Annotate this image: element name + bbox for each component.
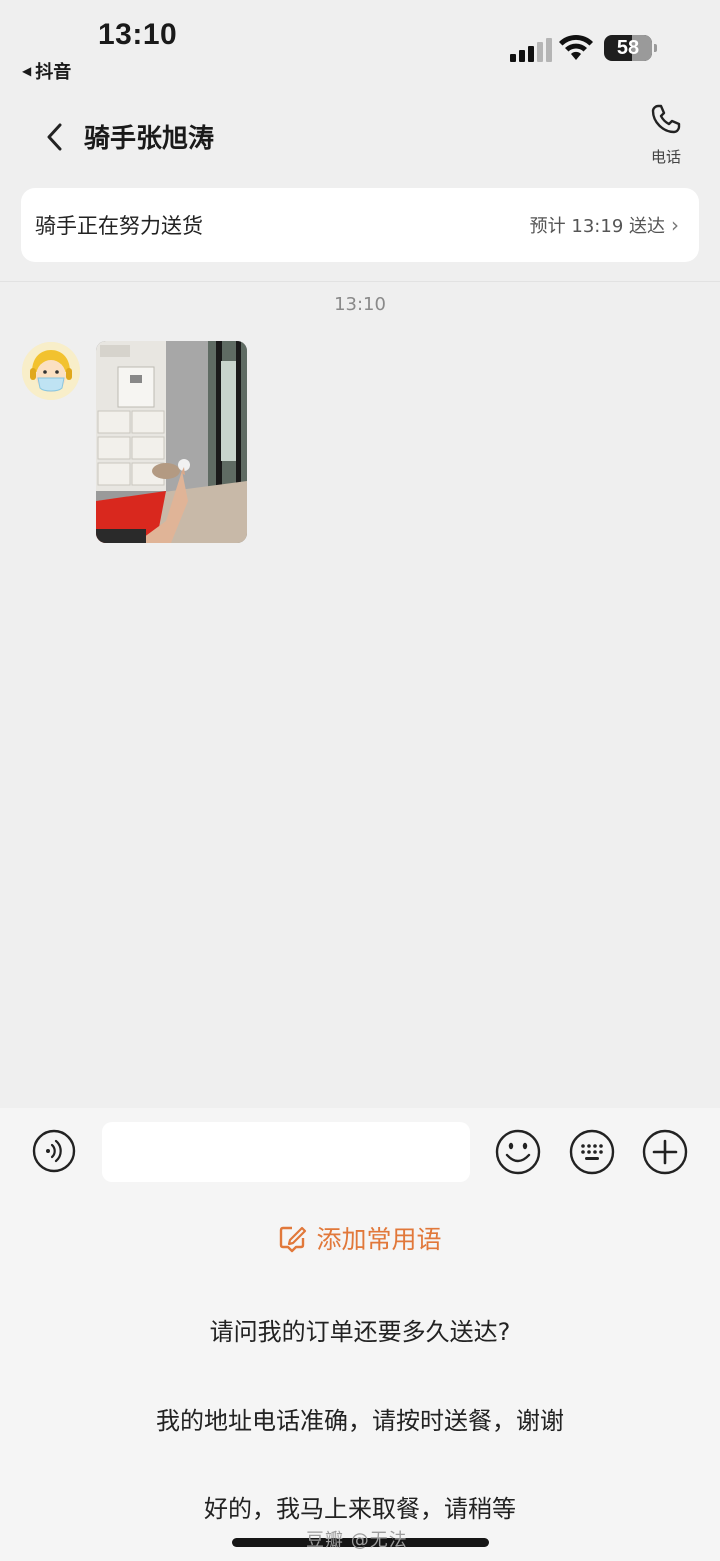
quick-reply-item[interactable]: 好的，我马上来取餐，请稍等 bbox=[0, 1489, 720, 1524]
message-timestamp: 13:10 bbox=[334, 294, 386, 315]
back-app-label: 抖音 bbox=[35, 62, 72, 83]
keyboard-icon[interactable] bbox=[569, 1129, 615, 1175]
battery-level: 58 bbox=[616, 36, 640, 59]
chat-title: 骑手张旭涛 bbox=[84, 124, 215, 154]
rider-avatar-illustration bbox=[22, 342, 80, 400]
header-divider bbox=[0, 281, 720, 282]
edit-phrase-icon bbox=[280, 1226, 307, 1253]
status-time: 13:10 bbox=[98, 18, 178, 51]
delivery-status-text: 骑手正在努力送货 bbox=[35, 214, 203, 238]
battery-tip bbox=[654, 44, 657, 52]
quick-reply-item[interactable]: 请问我的订单还要多久送达? bbox=[0, 1312, 720, 1347]
chevron-right-icon: › bbox=[671, 213, 679, 237]
rider-avatar[interactable] bbox=[22, 342, 80, 400]
photo-content bbox=[96, 341, 247, 543]
back-to-app-link[interactable]: ◀ 抖音 bbox=[22, 58, 71, 84]
emoji-icon[interactable] bbox=[495, 1129, 541, 1175]
phone-icon bbox=[651, 104, 681, 134]
phone-call-button[interactable]: 电话 bbox=[640, 102, 692, 167]
add-common-phrase-button[interactable]: 添加常用语 bbox=[0, 1220, 720, 1256]
add-more-icon[interactable] bbox=[642, 1129, 688, 1175]
quick-reply-item[interactable]: 我的地址电话准确，请按时送餐，谢谢 bbox=[0, 1401, 720, 1436]
eta-text: 预计 13:19 送达 bbox=[529, 216, 665, 237]
back-arrow-icon[interactable] bbox=[42, 120, 68, 154]
delivery-status-card[interactable]: 骑手正在努力送货 预计 13:19 送达 › bbox=[21, 188, 699, 262]
eta-link[interactable]: 预计 13:19 送达 › bbox=[530, 212, 679, 238]
message-input[interactable] bbox=[102, 1122, 470, 1182]
battery-icon: 58 bbox=[604, 35, 652, 61]
message-photo[interactable] bbox=[96, 341, 247, 543]
cellular-signal-icon bbox=[510, 36, 552, 62]
add-phrase-label: 添加常用语 bbox=[316, 1225, 442, 1254]
phone-label: 电话 bbox=[650, 148, 681, 166]
back-triangle-icon: ◀ bbox=[22, 64, 32, 78]
voice-input-icon[interactable] bbox=[32, 1129, 76, 1173]
watermark: 豆瓣 @无法 bbox=[306, 1530, 408, 1551]
wifi-icon bbox=[559, 34, 593, 60]
